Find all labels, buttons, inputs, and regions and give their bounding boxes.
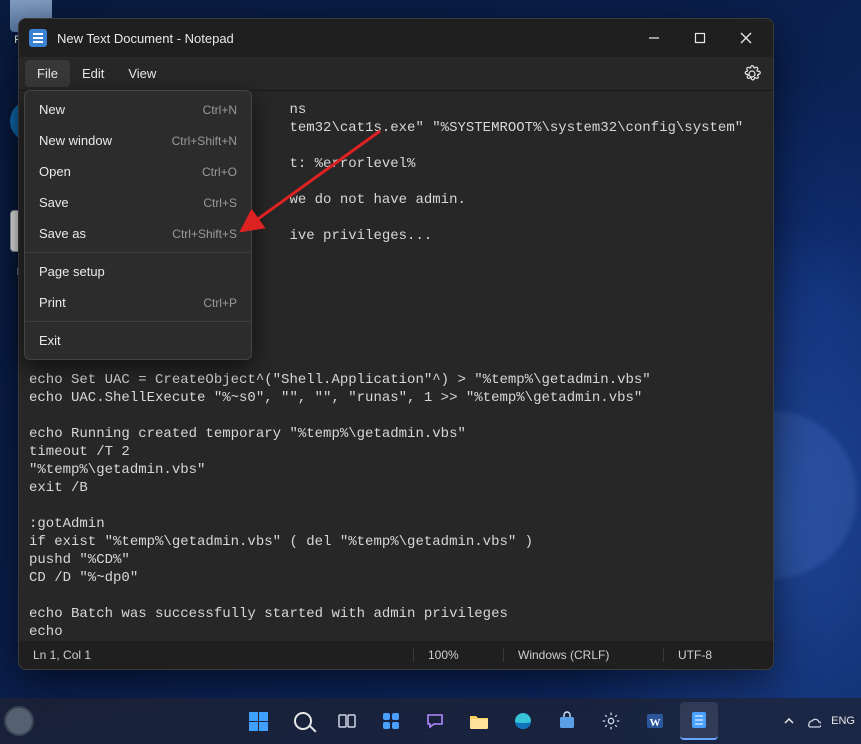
windows-icon bbox=[249, 712, 268, 731]
taskbar-word[interactable]: W bbox=[636, 702, 674, 740]
taskbar-notepad[interactable] bbox=[680, 702, 718, 740]
menu-item-label: Print bbox=[39, 295, 66, 310]
chevron-up-icon[interactable] bbox=[783, 715, 795, 727]
gear-icon bbox=[601, 711, 621, 731]
taskbar-edge[interactable] bbox=[504, 702, 542, 740]
start-button[interactable] bbox=[240, 702, 278, 740]
menu-view[interactable]: View bbox=[116, 60, 168, 87]
edge-icon bbox=[513, 711, 533, 731]
status-eol: Windows (CRLF) bbox=[503, 648, 663, 662]
menu-item-page-setup[interactable]: Page setup bbox=[25, 256, 251, 287]
menubar: File Edit View bbox=[19, 57, 773, 91]
folder-icon bbox=[468, 711, 490, 731]
settings-button[interactable] bbox=[737, 59, 767, 89]
taskbar-search[interactable] bbox=[284, 702, 322, 740]
task-view-icon bbox=[337, 711, 357, 731]
close-button[interactable] bbox=[723, 19, 769, 57]
taskbar-account-icon[interactable] bbox=[4, 706, 34, 736]
widgets-icon bbox=[381, 711, 401, 731]
file-menu-dropdown: New Ctrl+N New window Ctrl+Shift+N Open … bbox=[24, 90, 252, 360]
minimize-button[interactable] bbox=[631, 19, 677, 57]
menu-item-save-as[interactable]: Save as Ctrl+Shift+S bbox=[25, 218, 251, 249]
notepad-icon bbox=[29, 29, 47, 47]
statusbar: Ln 1, Col 1 100% Windows (CRLF) UTF-8 bbox=[19, 641, 773, 669]
taskbar-task-view[interactable] bbox=[328, 702, 366, 740]
taskbar-widgets[interactable] bbox=[372, 702, 410, 740]
maximize-button[interactable] bbox=[677, 19, 723, 57]
svg-text:W: W bbox=[649, 717, 660, 729]
status-encoding: UTF-8 bbox=[663, 648, 773, 662]
system-tray[interactable]: ENG bbox=[783, 714, 855, 728]
taskbar-settings[interactable] bbox=[592, 702, 630, 740]
menu-item-shortcut: Ctrl+P bbox=[203, 296, 237, 310]
notepad-icon bbox=[689, 710, 709, 730]
chat-icon bbox=[425, 711, 445, 731]
menu-separator bbox=[25, 252, 251, 253]
status-zoom[interactable]: 100% bbox=[413, 648, 503, 662]
gear-icon bbox=[743, 65, 761, 83]
menu-file[interactable]: File bbox=[25, 60, 70, 87]
status-position: Ln 1, Col 1 bbox=[19, 648, 413, 662]
menu-item-save[interactable]: Save Ctrl+S bbox=[25, 187, 251, 218]
store-icon bbox=[557, 711, 577, 731]
taskbar-center: W bbox=[240, 702, 718, 740]
onedrive-icon[interactable] bbox=[805, 714, 821, 728]
menu-item-label: Open bbox=[39, 164, 71, 179]
tray-language[interactable]: ENG bbox=[831, 715, 855, 727]
taskbar-store[interactable] bbox=[548, 702, 586, 740]
menu-item-label: New window bbox=[39, 133, 112, 148]
menu-item-label: Exit bbox=[39, 333, 61, 348]
taskbar-chat[interactable] bbox=[416, 702, 454, 740]
menu-item-new-window[interactable]: New window Ctrl+Shift+N bbox=[25, 125, 251, 156]
taskbar[interactable]: W ENG bbox=[0, 698, 861, 744]
menu-item-shortcut: Ctrl+Shift+N bbox=[172, 134, 237, 148]
menu-item-print[interactable]: Print Ctrl+P bbox=[25, 287, 251, 318]
search-icon bbox=[294, 712, 312, 730]
taskbar-explorer[interactable] bbox=[460, 702, 498, 740]
word-icon: W bbox=[645, 711, 665, 731]
menu-edit[interactable]: Edit bbox=[70, 60, 116, 87]
window-title: New Text Document - Notepad bbox=[57, 31, 631, 46]
annotation-arrow bbox=[230, 125, 390, 255]
menu-item-label: Save as bbox=[39, 226, 86, 241]
menu-item-new[interactable]: New Ctrl+N bbox=[25, 94, 251, 125]
menu-item-shortcut: Ctrl+N bbox=[203, 103, 237, 117]
menu-separator bbox=[25, 321, 251, 322]
menu-item-exit[interactable]: Exit bbox=[25, 325, 251, 356]
menu-item-label: Save bbox=[39, 195, 69, 210]
menu-item-shortcut: Ctrl+Shift+S bbox=[172, 227, 237, 241]
menu-item-label: Page setup bbox=[39, 264, 105, 279]
menu-item-open[interactable]: Open Ctrl+O bbox=[25, 156, 251, 187]
menu-item-label: New bbox=[39, 102, 65, 117]
titlebar[interactable]: New Text Document - Notepad bbox=[19, 19, 773, 57]
